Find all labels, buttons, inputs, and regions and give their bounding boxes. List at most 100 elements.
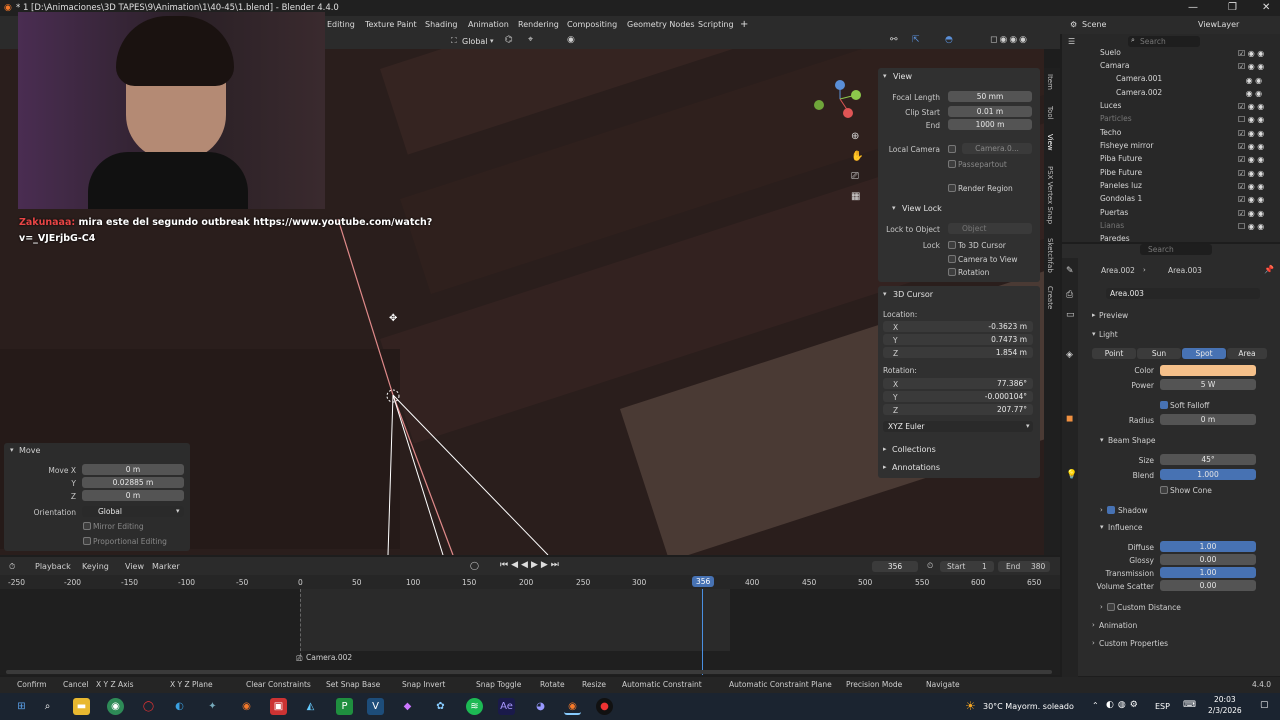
clock-icon[interactable]: ⏱ bbox=[9, 562, 15, 572]
outliner-row-puertas[interactable]: Puertas bbox=[1100, 206, 1128, 219]
rotation-mode-dropdown[interactable]: XYZ Euler bbox=[883, 421, 1033, 432]
navigation-gizmo[interactable] bbox=[812, 77, 868, 123]
cursor-ry-field[interactable]: -0.000104° bbox=[883, 391, 1033, 402]
render-tab-icon[interactable]: ⎙ bbox=[1066, 290, 1073, 300]
view-layer-selector[interactable]: ViewLayer bbox=[1198, 16, 1239, 34]
soft-falloff-checkbox[interactable] bbox=[1160, 401, 1168, 409]
diffuse-field[interactable]: 1.00 bbox=[1160, 541, 1256, 552]
local-camera-checkbox[interactable] bbox=[948, 145, 956, 153]
outliner-row-lianas[interactable]: Lianas bbox=[1100, 219, 1124, 232]
app-icon[interactable]: ◭ bbox=[302, 698, 319, 715]
cursor-rz-field[interactable]: 207.77° bbox=[883, 404, 1033, 415]
language-indicator[interactable]: ESP bbox=[1155, 702, 1170, 711]
annotations-header[interactable]: Annotations bbox=[892, 463, 940, 472]
light-type-spot[interactable]: Spot bbox=[1182, 348, 1226, 359]
show-cone-checkbox[interactable] bbox=[1160, 486, 1168, 494]
move-z-field[interactable]: 0 m bbox=[82, 490, 184, 501]
shadow-header[interactable]: Shadow bbox=[1118, 506, 1148, 515]
playback-controls[interactable]: ⏮◀◀▶▶⏭ bbox=[500, 560, 562, 570]
pan-hand-icon[interactable]: ✋ bbox=[851, 151, 863, 162]
add-workspace-button[interactable]: + bbox=[740, 16, 748, 34]
mirror-editing-checkbox[interactable] bbox=[83, 522, 91, 530]
cursor-z-field[interactable]: 1.854 m bbox=[883, 347, 1033, 358]
tab-shading[interactable]: Shading bbox=[425, 16, 458, 34]
playhead-label[interactable]: 356 bbox=[692, 576, 715, 587]
tool-tab-icon[interactable]: ✎ bbox=[1066, 266, 1074, 276]
proportional-icon[interactable]: ◉ bbox=[567, 35, 575, 45]
filter-icon[interactable]: ☰ bbox=[1068, 37, 1075, 46]
transmission-field[interactable]: 1.00 bbox=[1160, 567, 1256, 578]
keying-menu[interactable]: Keying bbox=[82, 562, 109, 571]
outliner-row-piba[interactable]: Piba Future bbox=[1100, 152, 1142, 165]
proportional-editing-checkbox[interactable] bbox=[83, 537, 91, 545]
tab-editing[interactable]: Editing bbox=[327, 16, 355, 34]
move-x-field[interactable]: 0 m bbox=[82, 464, 184, 475]
output-tab-icon[interactable]: ▭ bbox=[1066, 310, 1075, 320]
light-type-point[interactable]: Point bbox=[1092, 348, 1136, 359]
tab-scripting[interactable]: Scripting bbox=[698, 16, 734, 34]
passepartout-checkbox[interactable] bbox=[948, 160, 956, 168]
edge-icon[interactable]: ◐ bbox=[171, 698, 188, 715]
light-type-area[interactable]: Area bbox=[1227, 348, 1267, 359]
cursor-rx-field[interactable]: 77.386° bbox=[883, 378, 1033, 389]
maximize-button[interactable]: ❐ bbox=[1228, 0, 1237, 16]
view-panel-header[interactable]: View bbox=[893, 72, 912, 81]
light-header[interactable]: Light bbox=[1099, 330, 1118, 339]
tab-view[interactable]: View bbox=[1046, 134, 1054, 151]
notification-icon[interactable]: ▢ bbox=[1260, 700, 1269, 710]
outliner-row-luces[interactable]: Luces bbox=[1100, 99, 1121, 112]
beam-shape-header[interactable]: Beam Shape bbox=[1108, 436, 1156, 445]
camera-marker-icon[interactable]: ⎚ bbox=[296, 654, 302, 664]
snap-icon[interactable]: ⌖ bbox=[528, 35, 533, 45]
view-menu[interactable]: View bbox=[125, 562, 144, 571]
app-red-icon[interactable]: ▣ bbox=[270, 698, 287, 715]
visibility-eye-icon[interactable]: ☑ ◉ ◉ ☑ ◉ ◉ ◉ ◉ ◉ ◉ ☑ ◉ ◉ ☐ ◉ ◉ ☑ ◉ ◉ ☑ … bbox=[1238, 47, 1264, 233]
current-frame-field[interactable]: 356 bbox=[872, 561, 918, 572]
outliner-row-fisheye[interactable]: Fisheye mirror bbox=[1100, 139, 1154, 152]
opera-icon[interactable]: ◯ bbox=[140, 698, 157, 715]
outliner-row-camera001[interactable]: Camera.001 bbox=[1116, 72, 1162, 85]
after-effects-icon[interactable]: Ae bbox=[498, 698, 515, 715]
lock-to-object-field[interactable]: Object bbox=[948, 223, 1032, 234]
tab-sketchfab[interactable]: Sketchfab bbox=[1046, 238, 1054, 273]
blender-active-icon[interactable]: ◉ bbox=[564, 698, 581, 715]
outliner-search[interactable]: Search bbox=[1128, 36, 1200, 47]
tab-create[interactable]: Create bbox=[1046, 286, 1054, 309]
file-explorer-icon[interactable]: ▬ bbox=[73, 698, 90, 715]
app-icon[interactable]: ✦ bbox=[204, 698, 221, 715]
local-camera-field[interactable]: Camera.0... bbox=[962, 143, 1032, 154]
timeline-scrollbar[interactable] bbox=[6, 670, 1052, 674]
clock-date[interactable]: 2/3/2026 bbox=[1208, 706, 1242, 715]
marker-menu[interactable]: Marker bbox=[152, 562, 180, 571]
custom-properties-header[interactable]: Custom Properties bbox=[1099, 639, 1168, 648]
to-3d-cursor-checkbox[interactable] bbox=[948, 241, 956, 249]
pivot-icon[interactable]: ⌬ bbox=[505, 35, 513, 45]
tab-animation[interactable]: Animation bbox=[468, 16, 509, 34]
camera-view-icon[interactable]: ⎚ bbox=[851, 171, 859, 182]
overlay-icon[interactable]: ◓ bbox=[945, 35, 953, 45]
spot-size-field[interactable]: 45° bbox=[1160, 454, 1256, 465]
chrome-icon[interactable]: ◉ bbox=[107, 698, 124, 715]
cursor-y-field[interactable]: 0.7473 m bbox=[883, 334, 1033, 345]
outliner-row-paredes[interactable]: Paredes bbox=[1100, 232, 1130, 242]
pycharm-icon[interactable]: P bbox=[336, 698, 353, 715]
outliner-row-gondolas[interactable]: Gondolas 1 bbox=[1100, 192, 1142, 205]
minimize-button[interactable]: — bbox=[1188, 0, 1198, 16]
pin-icon[interactable]: 📌 bbox=[1264, 265, 1274, 274]
obs-icon[interactable]: ● bbox=[596, 698, 613, 715]
tab-psx-vertex-snap[interactable]: PSX Vertex Snap bbox=[1046, 166, 1054, 224]
animation-header[interactable]: Animation bbox=[1099, 621, 1137, 630]
tray-icons[interactable]: ◐◍⚙ bbox=[1106, 700, 1142, 710]
vegas-icon[interactable]: V bbox=[367, 698, 384, 715]
record-icon[interactable]: ◯ bbox=[470, 561, 479, 570]
tab-geometry-nodes[interactable]: Geometry Nodes bbox=[627, 16, 694, 34]
volume-scatter-field[interactable]: 0.00 bbox=[1160, 580, 1256, 591]
scene-selector[interactable]: Scene bbox=[1082, 16, 1106, 34]
light-datablock-field[interactable]: Area.003 bbox=[1106, 288, 1260, 299]
playback-menu[interactable]: Playback bbox=[35, 562, 71, 571]
focal-length-field[interactable]: 50 mm bbox=[948, 91, 1032, 102]
influence-header[interactable]: Influence bbox=[1108, 523, 1143, 532]
gizmo-icon[interactable]: ⇱ bbox=[912, 35, 920, 45]
clock-time[interactable]: 20:03 bbox=[1214, 695, 1236, 704]
outliner-row-camera002[interactable]: Camera.002 bbox=[1116, 86, 1162, 99]
